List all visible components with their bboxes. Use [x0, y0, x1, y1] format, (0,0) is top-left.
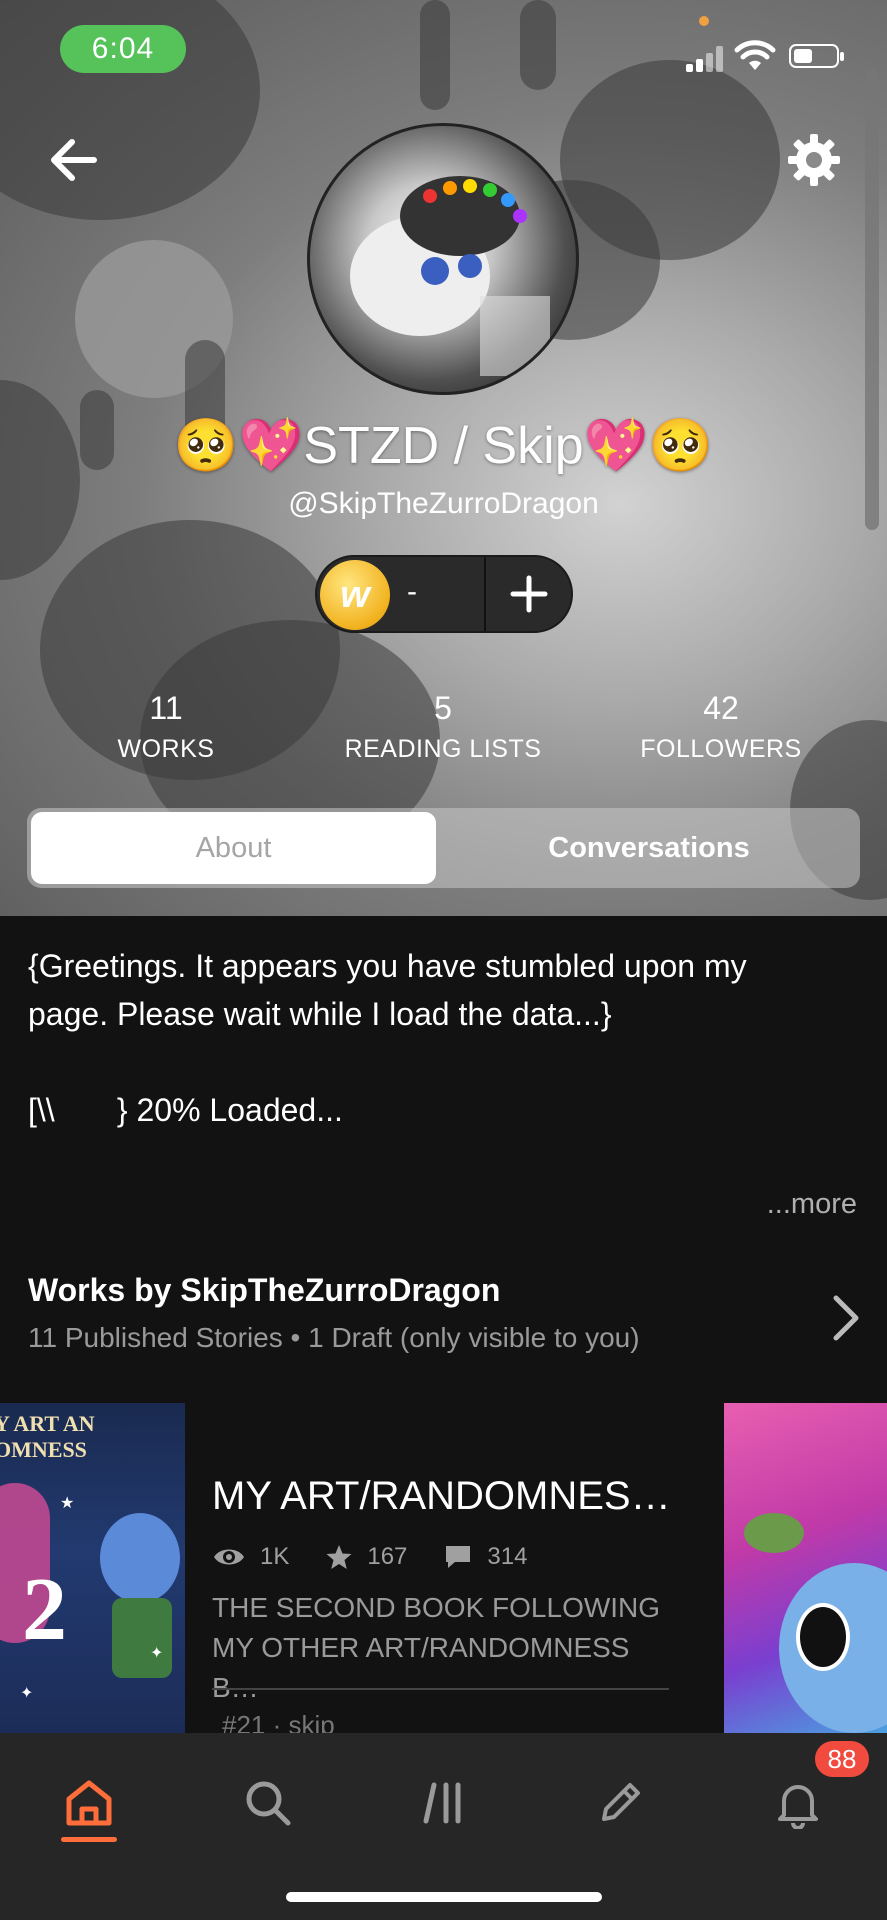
pencil-icon: [602, 1783, 640, 1821]
coin-balance[interactable]: w -: [315, 555, 573, 633]
cellular-signal-icon: [686, 44, 726, 72]
coin-icon: w: [320, 560, 390, 630]
add-coins-button[interactable]: [487, 557, 571, 631]
tab-home[interactable]: [49, 1763, 129, 1843]
coin-count: -: [407, 575, 417, 608]
divider: [212, 1688, 669, 1690]
comments-count: 314: [487, 1543, 528, 1570]
gear-icon: [788, 134, 840, 186]
arrow-left-icon: [51, 139, 97, 181]
stat-value: 42: [703, 690, 739, 726]
about-line: [28, 1038, 858, 1086]
story-cover[interactable]: Y ART AN OMNESS 2 ★ ✦ ✦: [0, 1403, 185, 1733]
about-line: page. Please wait while I load the data.…: [28, 996, 612, 1032]
profile-tabs: About Conversations: [27, 808, 860, 888]
avatar[interactable]: [307, 123, 579, 395]
stat-works[interactable]: 11 WORKS: [36, 690, 296, 764]
star-icon: ✦: [150, 1645, 164, 1662]
stat-value: 5: [434, 690, 452, 726]
profile-display-name: 🥺💖STZD / Skip💖🥺: [173, 417, 714, 475]
story-description: THE SECOND BOOK FOLLOWING MY OTHER ART/R…: [212, 1588, 672, 1708]
story-votes: 167: [325, 1543, 407, 1571]
works-section-title[interactable]: Works by SkipTheZurroDragon: [28, 1272, 500, 1309]
settings-button[interactable]: [784, 130, 844, 190]
about-line: [\\ } 20% Loaded...: [28, 1092, 343, 1128]
star-icon: ✦: [20, 1685, 34, 1702]
story-stats: 1K 167 314: [212, 1540, 563, 1574]
eye-icon: [214, 1549, 244, 1565]
home-indicator[interactable]: [286, 1892, 602, 1902]
bell-icon: [778, 1785, 818, 1829]
tab-library[interactable]: [404, 1763, 484, 1843]
search-icon: [246, 1781, 291, 1826]
stat-label: FOLLOWERS: [640, 735, 802, 763]
tab-about[interactable]: About: [31, 812, 436, 884]
story-description-line: THE SECOND BOOK FOLLOWING: [212, 1592, 661, 1623]
votes-count: 167: [367, 1543, 408, 1570]
chevron-right-icon: [833, 1295, 859, 1341]
cover-art: [744, 1513, 804, 1553]
story-comments: 314: [443, 1543, 527, 1571]
cover-title-line: Y ART AN: [0, 1411, 95, 1436]
cover-art: [100, 1513, 180, 1603]
works-see-all-button[interactable]: [826, 1290, 866, 1346]
story-views: 1K: [212, 1543, 289, 1571]
story-description-line: MY OTHER ART/RANDOMNESS B…: [212, 1632, 630, 1703]
notification-badge: 88: [812, 1738, 872, 1780]
library-icon: [423, 1782, 461, 1824]
profile-username: @SkipTheZurroDragon: [288, 487, 599, 520]
tab-search[interactable]: [228, 1763, 308, 1843]
tab-conversations[interactable]: Conversations: [442, 812, 856, 884]
tab-write[interactable]: [580, 1763, 660, 1843]
star-icon: [326, 1545, 352, 1569]
background-drip: [520, 0, 556, 90]
stat-followers[interactable]: 42 FOLLOWERS: [591, 690, 851, 764]
battery-icon: [789, 44, 844, 68]
cover-number: 2: [22, 1560, 67, 1659]
active-tab-indicator: [61, 1837, 117, 1842]
home-icon: [66, 1780, 112, 1826]
wifi-icon: [734, 40, 776, 70]
star-icon: ★: [60, 1495, 75, 1512]
about-description: {Greetings. It appears you have stumbled…: [28, 942, 858, 1134]
plus-icon: [510, 575, 548, 613]
status-time: 6:04: [60, 25, 186, 73]
cover-title: Y ART AN OMNESS: [0, 1411, 95, 1463]
works-section-subtitle: 11 Published Stories • 1 Draft (only vis…: [28, 1322, 640, 1353]
story-cover[interactable]: [724, 1403, 887, 1733]
back-button[interactable]: [44, 130, 104, 190]
cover-title-line: OMNESS: [0, 1437, 87, 1462]
stat-label: READING LISTS: [344, 735, 542, 763]
stat-label: WORKS: [117, 735, 215, 763]
privacy-indicator: [699, 16, 709, 26]
about-line: {Greetings. It appears you have stumbled…: [28, 948, 747, 984]
cover-art: [796, 1603, 850, 1671]
avatar-image: [350, 176, 550, 376]
profile-header: 6:04 🥺💖STZD / Skip💖🥺 @SkipTheZurroDragon…: [0, 0, 887, 916]
more-link[interactable]: ...more: [767, 1188, 857, 1221]
background-drip: [420, 0, 450, 110]
comment-icon: [446, 1546, 471, 1568]
cover-art: [112, 1598, 172, 1678]
story-title[interactable]: MY ART/RANDOMNES…: [212, 1474, 672, 1519]
divider: [484, 557, 486, 631]
stat-value: 11: [149, 690, 183, 726]
stat-reading-lists[interactable]: 5 READING LISTS: [313, 690, 573, 764]
views-count: 1K: [260, 1543, 290, 1570]
background-shape: [0, 380, 80, 580]
